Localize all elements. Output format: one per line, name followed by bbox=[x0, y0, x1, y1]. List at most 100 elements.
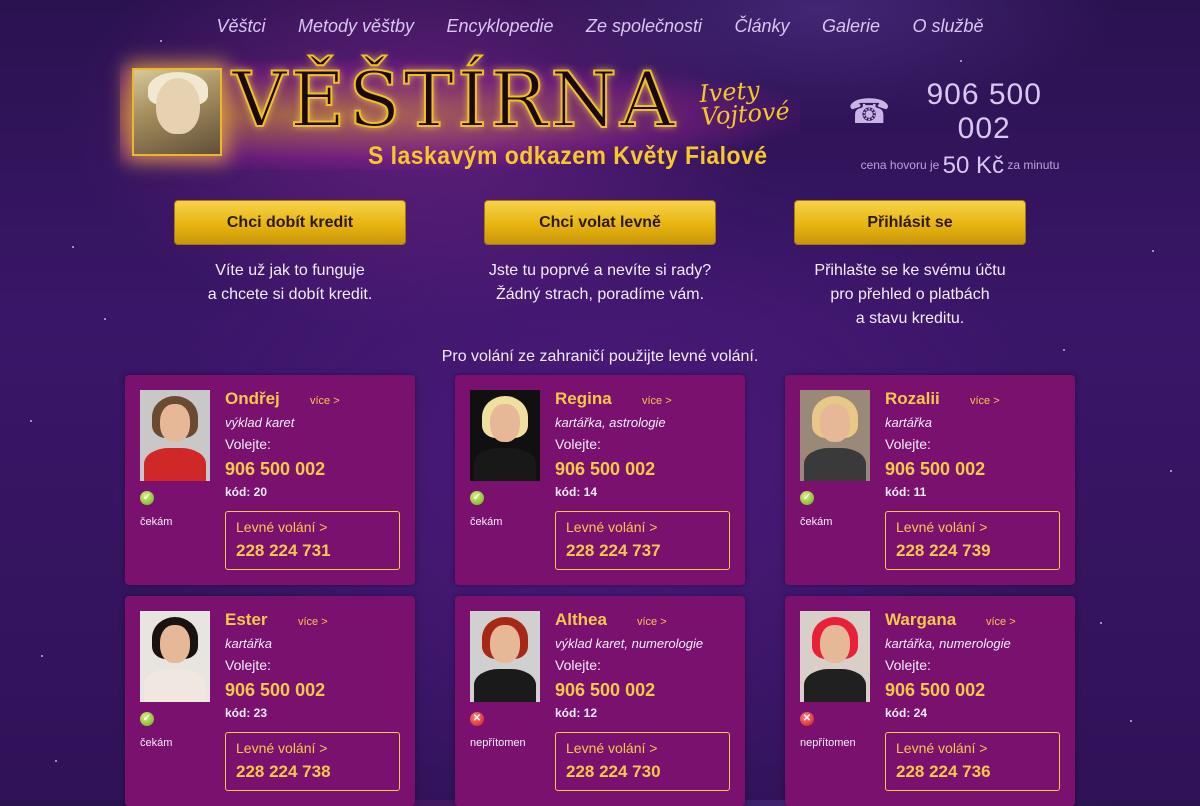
psychic-code: kód: 12 bbox=[555, 706, 598, 720]
more-link[interactable]: více > bbox=[310, 395, 340, 407]
psychic-status: čekám bbox=[470, 516, 503, 528]
offline-cross-icon: ✕ bbox=[800, 712, 814, 726]
call-label: Volejte: bbox=[225, 657, 271, 673]
cta-cheap-call-text: Jste tu poprvé a nevíte si rady? Žádný s… bbox=[484, 259, 716, 307]
cta-text-line: a chcete si dobít kredit. bbox=[207, 286, 373, 303]
psychic-card: Althea více > výklad karet, numerologie … bbox=[455, 596, 745, 806]
call-label: Volejte: bbox=[885, 657, 931, 673]
psychic-name[interactable]: Rozalii bbox=[885, 389, 940, 409]
call-label: Volejte: bbox=[555, 436, 601, 452]
online-check-icon: ✓ bbox=[800, 491, 814, 505]
online-check-icon: ✓ bbox=[140, 491, 154, 505]
topup-credit-button[interactable]: Chci dobít kredit bbox=[174, 200, 406, 245]
foreign-call-note: Pro volání ze zahraničí použijte levné v… bbox=[441, 348, 759, 365]
nav-item-encyklopedie[interactable]: Encyklopedie bbox=[446, 16, 553, 37]
psychic-phone-number[interactable]: 906 500 002 bbox=[225, 680, 325, 701]
nav-item-galerie[interactable]: Galerie bbox=[822, 16, 880, 37]
cheap-call-number[interactable]: 228 224 739 bbox=[896, 541, 1049, 561]
psychic-card: Rozalii více > kartářka Volejte: 906 500… bbox=[785, 375, 1075, 585]
psychic-specialty: kartářka bbox=[885, 415, 932, 430]
psychic-phone-number[interactable]: 906 500 002 bbox=[885, 459, 985, 480]
psychic-photo[interactable] bbox=[800, 390, 870, 481]
psychic-code: kód: 14 bbox=[555, 485, 598, 499]
logo-title: VĚŠTÍRNA bbox=[231, 55, 678, 144]
psychic-code: kód: 24 bbox=[885, 706, 928, 720]
cheap-call-box[interactable]: Levné volání > 228 224 730 bbox=[555, 732, 730, 791]
cta-topup: Chci dobít kredit Víte už jak to funguje… bbox=[174, 200, 406, 307]
psychic-name[interactable]: Regina bbox=[555, 389, 612, 409]
phone-number[interactable]: 906 500 002 bbox=[896, 78, 1072, 146]
psychic-phone-number[interactable]: 906 500 002 bbox=[555, 459, 655, 480]
logo-script-line2: Vojtové bbox=[699, 96, 791, 131]
cheap-call-box[interactable]: Levné volání > 228 224 731 bbox=[225, 511, 400, 570]
psychic-name[interactable]: Althea bbox=[555, 610, 607, 630]
call-label: Volejte: bbox=[225, 436, 271, 452]
psychic-code: kód: 23 bbox=[225, 706, 268, 720]
nav-item-clanky[interactable]: Články bbox=[735, 16, 790, 37]
cheap-call-box[interactable]: Levné volání > 228 224 736 bbox=[885, 732, 1060, 791]
cheap-call-label[interactable]: Levné volání > bbox=[236, 740, 389, 756]
psychic-phone-number[interactable]: 906 500 002 bbox=[555, 680, 655, 701]
cheap-call-label[interactable]: Levné volání > bbox=[896, 519, 1049, 535]
logo-script-name: Ivety Vojtové bbox=[698, 76, 791, 131]
cheap-call-label[interactable]: Levné volání > bbox=[566, 519, 719, 535]
more-link[interactable]: více > bbox=[986, 616, 1016, 628]
cheap-call-box[interactable]: Levné volání > 228 224 738 bbox=[225, 732, 400, 791]
phone-info: ☎ 906 500 002 cena hovoru je 50 Kč za mi… bbox=[848, 78, 1072, 180]
psychic-photo[interactable] bbox=[140, 611, 210, 702]
call-label: Volejte: bbox=[885, 436, 931, 452]
nav-item-ze-spolecnosti[interactable]: Ze společnosti bbox=[586, 16, 702, 37]
login-button[interactable]: Přihlásit se bbox=[794, 200, 1026, 245]
psychic-status: nepřítomen bbox=[800, 737, 856, 749]
logo-portrait-photo bbox=[132, 68, 222, 156]
cheap-call-number[interactable]: 228 224 738 bbox=[236, 762, 389, 782]
psychic-card: Ondřej více > výklad karet Volejte: 906 … bbox=[125, 375, 415, 585]
price-value: 50 Kč bbox=[942, 152, 1005, 179]
cheap-call-number[interactable]: 228 224 736 bbox=[896, 762, 1049, 782]
psychic-specialty: výklad karet bbox=[225, 415, 295, 430]
cta-cheap-call: Chci volat levně Jste tu poprvé a nevíte… bbox=[484, 200, 716, 307]
cheap-call-number[interactable]: 228 224 731 bbox=[236, 541, 389, 561]
cheap-call-label[interactable]: Levné volání > bbox=[566, 740, 719, 756]
psychic-status: čekám bbox=[140, 737, 173, 749]
psychic-phone-number[interactable]: 906 500 002 bbox=[885, 680, 985, 701]
psychic-name[interactable]: Wargana bbox=[885, 610, 956, 630]
call-label: Volejte: bbox=[555, 657, 601, 673]
telephone-icon: ☎ bbox=[848, 93, 891, 131]
psychic-status: nepřítomen bbox=[470, 737, 526, 749]
cta-text-line: Víte už jak to funguje bbox=[215, 262, 365, 279]
price-suffix: za minutu bbox=[1007, 158, 1060, 173]
psychic-photo[interactable] bbox=[800, 611, 870, 702]
psychic-specialty: výklad karet, numerologie bbox=[555, 636, 704, 651]
more-link[interactable]: více > bbox=[970, 395, 1000, 407]
cheap-call-number[interactable]: 228 224 730 bbox=[566, 762, 719, 782]
offline-cross-icon: ✕ bbox=[470, 712, 484, 726]
cheap-call-label[interactable]: Levné volání > bbox=[896, 740, 1049, 756]
more-link[interactable]: více > bbox=[298, 616, 328, 628]
nav-item-o-sluzbe[interactable]: O službě bbox=[912, 16, 983, 37]
more-link[interactable]: více > bbox=[637, 616, 667, 628]
online-check-icon: ✓ bbox=[470, 491, 484, 505]
nav-item-metody-vestby[interactable]: Metody věštby bbox=[298, 16, 414, 37]
cheap-call-button[interactable]: Chci volat levně bbox=[484, 200, 716, 245]
cheap-call-box[interactable]: Levné volání > 228 224 739 bbox=[885, 511, 1060, 570]
psychic-code: kód: 20 bbox=[225, 485, 268, 499]
site-logo[interactable]: VĚŠTÍRNA Ivety Vojtové S laskavým odkaze… bbox=[110, 50, 830, 190]
call-price: cena hovoru je 50 Kč za minutu bbox=[848, 152, 1072, 180]
nav-item-vestci[interactable]: Věštci bbox=[216, 16, 265, 37]
psychic-name[interactable]: Ester bbox=[225, 610, 268, 630]
psychic-name[interactable]: Ondřej bbox=[225, 389, 280, 409]
price-prefix: cena hovoru je bbox=[860, 158, 940, 173]
psychic-specialty: kartářka, numerologie bbox=[885, 636, 1011, 651]
psychic-photo[interactable] bbox=[470, 390, 540, 481]
psychic-photo[interactable] bbox=[470, 611, 540, 702]
cta-topup-text: Víte už jak to funguje a chcete si dobít… bbox=[174, 259, 406, 307]
online-check-icon: ✓ bbox=[140, 712, 154, 726]
cheap-call-number[interactable]: 228 224 737 bbox=[566, 541, 719, 561]
more-link[interactable]: více > bbox=[642, 395, 672, 407]
cheap-call-box[interactable]: Levné volání > 228 224 737 bbox=[555, 511, 730, 570]
psychic-photo[interactable] bbox=[140, 390, 210, 481]
cheap-call-label[interactable]: Levné volání > bbox=[236, 519, 389, 535]
psychic-phone-number[interactable]: 906 500 002 bbox=[225, 459, 325, 480]
cta-login: Přihlásit se Přihlašte se ke svému účtu … bbox=[794, 200, 1026, 331]
